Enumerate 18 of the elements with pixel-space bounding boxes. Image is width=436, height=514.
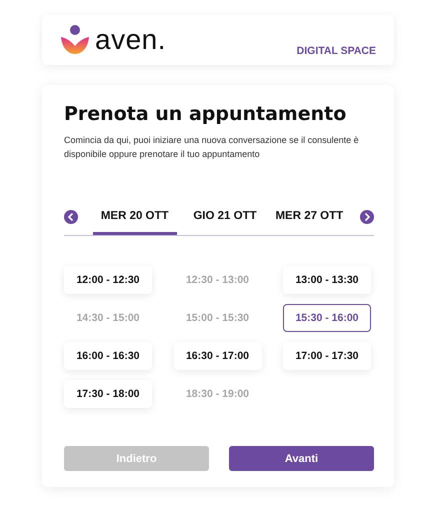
time-slot[interactable]: 13:00 - 13:30 <box>283 266 371 294</box>
time-slot[interactable]: 17:30 - 18:00 <box>64 380 152 408</box>
day-tab[interactable]: MER 20 OTT <box>92 199 177 235</box>
next-step-button[interactable]: Avanti <box>229 446 374 471</box>
day-tab[interactable]: GIO 21 OTT <box>191 199 259 235</box>
section-label: DIGITAL SPACE <box>296 45 376 57</box>
time-slot[interactable]: 16:00 - 16:30 <box>64 342 152 370</box>
day-tab[interactable]: MER 27 OTT <box>273 199 346 235</box>
time-slot[interactable]: 16:30 - 17:00 <box>174 342 262 370</box>
time-slot[interactable]: 15:30 - 16:00 <box>283 304 371 332</box>
lotus-logo-icon <box>60 24 90 56</box>
time-slot[interactable]: 17:00 - 17:30 <box>283 342 371 370</box>
description-text: Comincia da qui, puoi iniziare una nuova conversazione se il consulente è disponibile oppure prenotare il tuo appuntamento <box>64 134 360 161</box>
logo-wordmark: aven. <box>95 24 166 56</box>
page-title: Prenota un appuntamento <box>64 103 348 125</box>
time-slot[interactable]: 12:00 - 12:30 <box>64 266 152 294</box>
next-button[interactable] <box>360 210 374 224</box>
previous-button[interactable] <box>64 210 78 224</box>
